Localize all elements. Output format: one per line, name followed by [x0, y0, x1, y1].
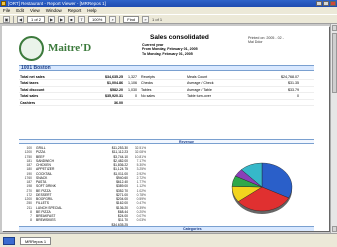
summary-stat-label: Meals Count	[187, 75, 208, 79]
report-viewer: Maitre'D Sales consolidated Current year…	[0, 24, 337, 233]
categories-label: Categories	[183, 227, 202, 231]
summary-value: $1,004.86	[107, 81, 123, 86]
first-page-icon[interactable]: ◀	[17, 15, 24, 23]
summary-value: $34,635.25	[105, 75, 123, 79]
report-period: Current year From Monday, February 01, 2…	[142, 43, 198, 56]
items-header-label: Revenue	[179, 140, 194, 144]
app-icon	[1, 1, 6, 6]
logo-text: Maitre'D	[48, 42, 92, 54]
summary-label: Cashiers	[20, 100, 36, 105]
find-next-icon[interactable]: »	[142, 15, 150, 23]
window-title: [ORT] Restaurant - Report Viewer - [MRRe…	[8, 1, 106, 6]
pages-count: 1 of 1	[152, 16, 163, 22]
toolbar-separator	[119, 15, 121, 23]
page-field[interactable]: 1 of 2	[27, 15, 46, 23]
summary-stat-value: $24,768.07	[281, 75, 299, 79]
menu-view[interactable]: View	[30, 8, 40, 13]
menu-bar: File Edit View Window Report Help	[0, 7, 337, 14]
section-header: 1001 Boston	[19, 65, 314, 71]
printed-by: Mai Ddor	[248, 40, 263, 45]
summary-label: Total sales	[20, 94, 39, 99]
summary-count: 1,030	[128, 87, 137, 92]
report-window-icon[interactable]	[3, 237, 15, 245]
maximize-button[interactable]	[323, 1, 329, 6]
summary-label: Total taxes	[20, 81, 39, 86]
zoom-select[interactable]: 100%	[88, 15, 107, 23]
report-tab[interactable]: MRRepos 1	[20, 237, 52, 245]
summary-stat-label: Average / Check	[187, 81, 214, 86]
export-icon[interactable]: ⇪	[78, 15, 86, 23]
toolbar-separator	[13, 15, 14, 23]
scroll-up-icon[interactable]	[332, 25, 337, 31]
menu-window[interactable]: Window	[46, 8, 62, 13]
menu-report[interactable]: Report	[68, 8, 82, 13]
scroll-down-icon[interactable]	[332, 226, 337, 232]
next-page-icon[interactable]: ▶	[48, 15, 56, 23]
summary-count-label: No sales	[141, 94, 155, 99]
summary-value: 36.00	[114, 100, 123, 105]
report-header-info: Printed on: 2005 - 02 - Mai Ddor	[248, 36, 284, 45]
report-title: Sales consolidated	[150, 34, 209, 41]
last-page-icon[interactable]: ▶	[58, 15, 66, 23]
menu-help[interactable]: Help	[87, 8, 96, 13]
summary-table: Total net sales $34,635.25 1,327 Receipt…	[19, 74, 314, 106]
summary-value: $582.20	[110, 87, 123, 92]
toolbar: ▣ ◀ 1 of 2 ▶ ▶ ■ ⇪ 100% ⌕ Find » 1 of 1	[0, 14, 337, 24]
summary-count-label: Checks	[141, 81, 153, 86]
minimize-button[interactable]	[316, 1, 322, 6]
print-icon[interactable]: ▣	[3, 15, 10, 23]
vertical-scrollbar[interactable]	[330, 24, 337, 233]
items-header: Revenue	[19, 139, 314, 144]
menu-file[interactable]: File	[3, 8, 10, 13]
close-button[interactable]	[330, 1, 336, 6]
restaurant-logo-icon	[19, 36, 44, 61]
revenue-pie-chart	[231, 162, 293, 214]
categories-band: Categories	[19, 226, 314, 231]
period-line: To Monday, February 01, 2005	[142, 51, 193, 56]
summary-stat-label: Average / Table	[187, 87, 212, 92]
summary-count: 1,106	[128, 81, 137, 86]
summary-count: 1,327	[128, 75, 137, 79]
summary-stat-value: 0	[297, 94, 299, 99]
revenue-items-table: 100 GRILL $11,253.30 32.51% 1200 PIZZA $11,112…	[22, 146, 172, 227]
status-bar: MRRepos 1	[0, 233, 337, 247]
summary-count-label: Tables	[141, 87, 152, 92]
summary-stat-value: $33.79	[288, 87, 299, 92]
search-icon[interactable]: ⌕	[109, 15, 117, 23]
stop-icon[interactable]: ■	[68, 15, 76, 23]
menu-edit[interactable]: Edit	[16, 8, 24, 13]
report-page: Maitre'D Sales consolidated Current year…	[2, 26, 329, 231]
summary-label: Total discount	[20, 87, 45, 92]
summary-count: 0	[135, 94, 137, 99]
summary-value: $35,920.31	[105, 94, 123, 99]
title-bar: [ORT] Restaurant - Report Viewer - [MRRe…	[0, 0, 337, 7]
summary-row: Cashiers 36.00	[19, 100, 314, 106]
summary-stat-value: $31.35	[288, 81, 299, 86]
find-field[interactable]: Find	[123, 15, 140, 23]
summary-stat-label: Table turn-over	[187, 94, 211, 99]
summary-count-label: Receipts	[141, 75, 155, 79]
window-controls	[316, 1, 336, 6]
summary-label: Total net sales	[20, 75, 45, 79]
scroll-thumb[interactable]	[332, 33, 337, 93]
